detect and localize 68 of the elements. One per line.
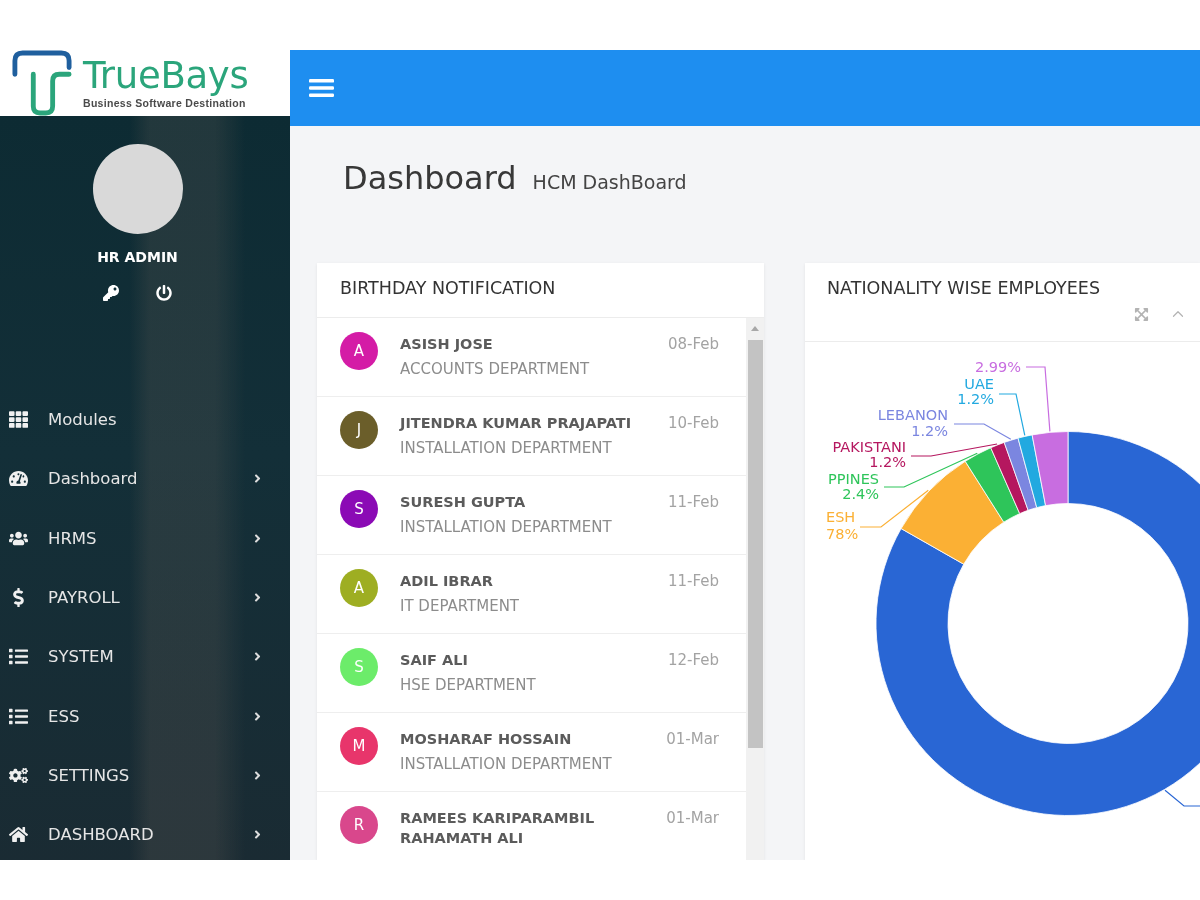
leader-line [1164,789,1200,807]
birthday-date: 10-Feb [667,413,719,433]
initial-avatar: A [340,332,378,370]
slice-label: LEBANON [877,407,948,423]
menu-item[interactable]: SETTINGS [0,745,290,806]
card-title: NATIONALITY WISE EMPLOYEES [827,277,1101,299]
menu-item[interactable]: DASHBOARD [0,805,290,860]
person-name: MOSHARAF HOSSAIN [400,730,573,749]
person-name: ADIL IBRAR [400,572,494,591]
page-subtitle: HCM DashBoard [532,171,687,193]
initial-avatar: R [340,806,378,844]
slice-label: PPINES [828,471,879,487]
slice-percent: 1.2% [869,454,906,470]
birthday-date: 01-Mar [666,808,719,828]
department-name: INSTALLATION DEPARTMENT [400,438,613,458]
birthday-date: 11-Feb [667,492,719,512]
slice-percent: 2.4% [842,486,879,502]
brand-name: TrueBays [83,56,249,96]
person-name: SURESH GUPTA [400,493,527,512]
gears-icon [8,765,28,785]
slice-percent: 2.99% [974,359,1021,375]
list-icon [8,647,28,667]
department-name: ACCOUNTS DEPARTMENT [400,359,591,379]
department-name: INSTALLATION DEPARTMENT [400,754,613,774]
initial-avatar: A [340,569,378,607]
person-name: ASISH JOSE [400,335,494,354]
slice-label: PAKISTANI [832,439,906,455]
birthday-date: 01-Mar [666,729,719,749]
slice-percent: 1.2% [957,391,994,407]
birthday-date: 12-Feb [667,650,719,670]
scroll-up-icon[interactable] [751,326,759,331]
slice-percent: 78% [826,526,859,542]
grid-icon [8,410,28,430]
page-title: Dashboard [343,159,517,197]
birthday-date: 11-Feb [667,571,719,591]
key-icon[interactable] [103,285,119,301]
department-name: INSTALLATION DEPARTMENT [400,517,613,537]
scrollbar-thumb[interactable] [747,340,763,748]
initial-avatar: S [340,490,378,528]
department-name: IT DEPARTMENT [400,596,521,616]
house-icon [8,825,28,845]
birthday-date: 08-Feb [667,334,719,354]
slice-label: UAE [964,376,994,392]
menu-icon [309,79,334,97]
initial-avatar: S [340,648,378,686]
menu-item[interactable]: ESS [0,686,290,746]
person-name: JITENDRA KUMAR PRAJAPATI [400,414,633,433]
logo-icon [12,50,72,116]
menu-item[interactable]: Modules [0,390,290,450]
initial-avatar: J [340,411,378,449]
power-icon[interactable] [156,285,172,301]
brand-tagline: Business Software Destination [83,97,246,110]
card-title: BIRTHDAY NOTIFICATION [340,277,557,299]
expand-icon[interactable] [1134,306,1149,322]
gauge-icon [8,469,28,489]
slice-percent: 1.2% [911,423,948,439]
person-name: SAIF ALI [400,651,469,670]
user-name: HR ADMIN [97,248,178,266]
menu-item[interactable]: Dashboard [0,449,290,509]
department-name: HSE DEPARTMENT [400,675,537,695]
list-icon [8,706,28,726]
initial-avatar: M [340,727,378,765]
menu-item[interactable]: PAYROLL [0,567,290,628]
person-name: RAMEES KARIPARAMBIL RAHAMATH ALI [400,809,596,848]
menu-button[interactable] [309,79,334,97]
menu-item[interactable]: SYSTEM [0,627,290,687]
slice-label: ESH [826,509,856,525]
menu-item[interactable]: HRMS [0,508,290,568]
